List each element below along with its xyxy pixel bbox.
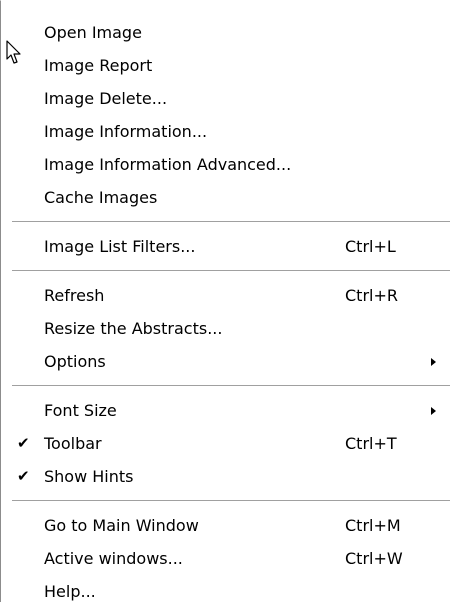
- menu-separator: [1, 214, 453, 230]
- checkmark-icon: ✔: [17, 434, 30, 452]
- menu-item-label: Image List Filters...: [44, 237, 196, 256]
- menu-item-cache-images[interactable]: Cache Images: [1, 181, 453, 214]
- checkmark-icon: ✔: [17, 467, 30, 485]
- menu-item-refresh[interactable]: Refresh Ctrl+R: [1, 279, 453, 312]
- menu-item-font-size[interactable]: Font Size: [1, 394, 453, 427]
- menu-item-help[interactable]: Help...: [1, 575, 453, 608]
- menu-item-label: Image Information...: [44, 122, 208, 141]
- menu-item-toolbar[interactable]: ✔ Toolbar Ctrl+T: [1, 427, 453, 460]
- menu-item-image-list-filters[interactable]: Image List Filters... Ctrl+L: [1, 230, 453, 263]
- menu-item-image-report[interactable]: Image Report: [1, 49, 453, 82]
- menu-item-options[interactable]: Options: [1, 345, 453, 378]
- menu-separator: [1, 263, 453, 279]
- menu-item-image-delete[interactable]: Image Delete...: [1, 82, 453, 115]
- menu-separator: [1, 378, 453, 394]
- menu-item-label: Image Delete...: [44, 89, 168, 108]
- context-menu: Open Image Image Report Image Delete... …: [0, 0, 453, 602]
- menu-item-label: Cache Images: [44, 188, 158, 207]
- menu-item-label: Font Size: [44, 401, 117, 420]
- menu-item-label: Refresh: [44, 286, 105, 305]
- menu-item-label: Resize the Abstracts...: [44, 319, 223, 338]
- menu-item-shortcut: Ctrl+M: [345, 516, 401, 535]
- mouse-pointer-icon: [6, 40, 21, 64]
- submenu-arrow-icon: [431, 407, 436, 415]
- menu-item-shortcut: Ctrl+R: [345, 286, 398, 305]
- menu-item-label: Help...: [44, 582, 96, 601]
- submenu-arrow-icon: [431, 358, 436, 366]
- menu-item-label: Options: [44, 352, 106, 371]
- menu-separator: [1, 493, 453, 509]
- menu-item-resize-abstracts[interactable]: Resize the Abstracts...: [1, 312, 453, 345]
- menu-item-open-image[interactable]: Open Image: [1, 16, 453, 49]
- menu-item-show-hints[interactable]: ✔ Show Hints: [1, 460, 453, 493]
- menu-item-go-to-main-window[interactable]: Go to Main Window Ctrl+M: [1, 509, 453, 542]
- menu-item-label: Go to Main Window: [44, 516, 199, 535]
- menu-item-shortcut: Ctrl+L: [345, 237, 396, 256]
- menu-item-shortcut: Ctrl+W: [345, 549, 403, 568]
- menu-item-label: Open Image: [44, 23, 142, 42]
- menu-item-label: Toolbar: [44, 434, 102, 453]
- menu-item-image-information[interactable]: Image Information...: [1, 115, 453, 148]
- menu-item-label: Show Hints: [44, 467, 134, 486]
- menu-item-label: Image Report: [44, 56, 153, 75]
- menu-item-label: Active windows...: [44, 549, 183, 568]
- menu-item-image-information-advanced[interactable]: Image Information Advanced...: [1, 148, 453, 181]
- menu-item-label: Image Information Advanced...: [44, 155, 292, 174]
- menu-item-active-windows[interactable]: Active windows... Ctrl+W: [1, 542, 453, 575]
- menu-item-shortcut: Ctrl+T: [345, 434, 397, 453]
